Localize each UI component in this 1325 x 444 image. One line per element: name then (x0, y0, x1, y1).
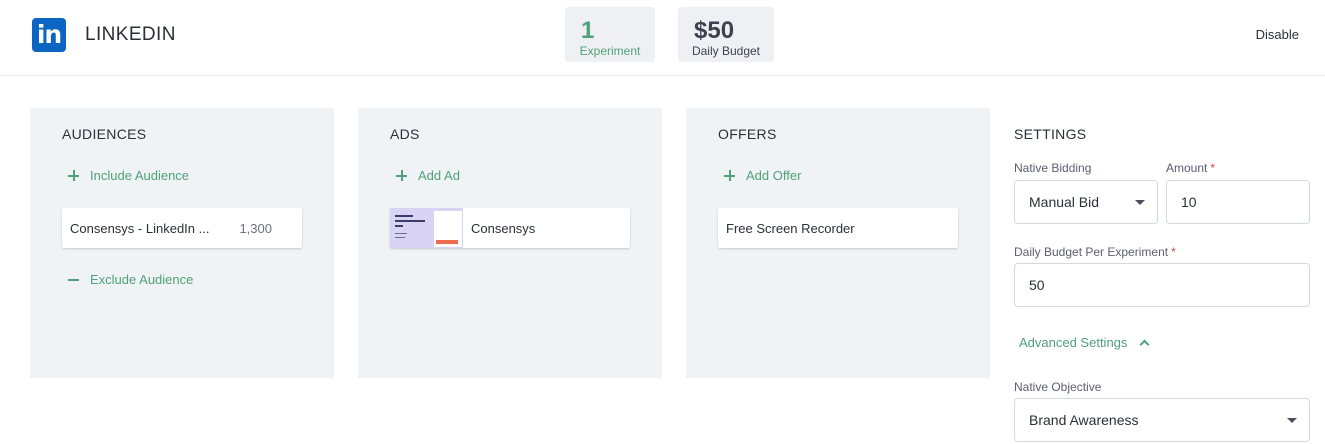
add-ad-label: Add Ad (418, 168, 460, 183)
include-audience-button[interactable]: Include Audience (68, 168, 189, 183)
audiences-panel: AUDIENCES Include Audience Consensys - L… (30, 108, 334, 378)
minus-icon (68, 279, 79, 281)
offer-name: Free Screen Recorder (726, 221, 855, 236)
audience-name: Consensys - LinkedIn ... (70, 221, 210, 236)
offers-title: OFFERS (718, 126, 777, 142)
daily-budget-per-experiment-label: Daily Budget Per Experiment * (1014, 245, 1176, 259)
amount-value: 10 (1181, 194, 1197, 210)
advanced-settings-label: Advanced Settings (1019, 335, 1128, 350)
experiment-stat: 1 Experiment (565, 7, 655, 62)
add-offer-button[interactable]: Add Offer (724, 168, 801, 183)
daily-budget-input[interactable]: 50 (1014, 263, 1310, 307)
plus-icon (396, 170, 407, 181)
disable-button[interactable]: Disable (1256, 27, 1299, 42)
daily-budget-stat: $50 Daily Budget (678, 7, 774, 62)
experiment-count: 1 (581, 17, 595, 44)
daily-budget-label: Daily Budget (691, 44, 761, 58)
ad-thumbnail (390, 208, 463, 248)
add-offer-label: Add Offer (746, 168, 802, 183)
native-objective-select[interactable]: Brand Awareness (1014, 398, 1310, 442)
audience-count: 1,300 (239, 221, 272, 236)
linkedin-logo-icon: in (32, 18, 66, 52)
ads-title: ADS (390, 126, 420, 142)
page-title: LINKEDIN (85, 24, 176, 45)
advanced-settings-toggle[interactable]: Advanced Settings (1019, 335, 1150, 350)
amount-input[interactable]: 10 (1166, 180, 1310, 224)
caret-down-icon (1287, 418, 1297, 423)
ads-panel: ADS Add Ad Consensys (358, 108, 662, 378)
experiment-label: Experiment (579, 44, 641, 58)
add-ad-button[interactable]: Add Ad (396, 168, 460, 183)
chevron-up-icon (1139, 339, 1150, 350)
header: in LINKEDIN 1 Experiment $50 Daily Budge… (0, 0, 1325, 76)
settings-panel: SETTINGS Native Bidding Manual Bid Amoun… (1014, 108, 1310, 444)
audiences-title: AUDIENCES (62, 126, 147, 142)
native-objective-label: Native Objective (1014, 380, 1102, 394)
daily-budget-value: $50 (694, 17, 735, 44)
native-bidding-select[interactable]: Manual Bid (1014, 180, 1158, 224)
native-bidding-label: Native Bidding (1014, 161, 1092, 175)
exclude-audience-label: Exclude Audience (90, 272, 194, 287)
plus-icon (724, 170, 735, 181)
native-bidding-value: Manual Bid (1029, 194, 1100, 210)
amount-label: Amount * (1166, 161, 1216, 175)
settings-title: SETTINGS (1014, 126, 1087, 142)
offer-card[interactable]: Free Screen Recorder (718, 208, 958, 248)
exclude-audience-button[interactable]: Exclude Audience (68, 272, 193, 287)
ad-card[interactable]: Consensys (390, 208, 630, 248)
offers-panel: OFFERS Add Offer Free Screen Recorder (686, 108, 990, 378)
audience-card[interactable]: Consensys - LinkedIn ... 1,300 (62, 208, 302, 248)
logo-text: in (36, 20, 62, 49)
native-objective-value: Brand Awareness (1029, 412, 1139, 428)
plus-icon (68, 170, 79, 181)
include-audience-label: Include Audience (90, 168, 190, 183)
ad-name: Consensys (471, 221, 536, 236)
daily-budget-input-value: 50 (1029, 277, 1045, 293)
caret-down-icon (1135, 200, 1145, 205)
